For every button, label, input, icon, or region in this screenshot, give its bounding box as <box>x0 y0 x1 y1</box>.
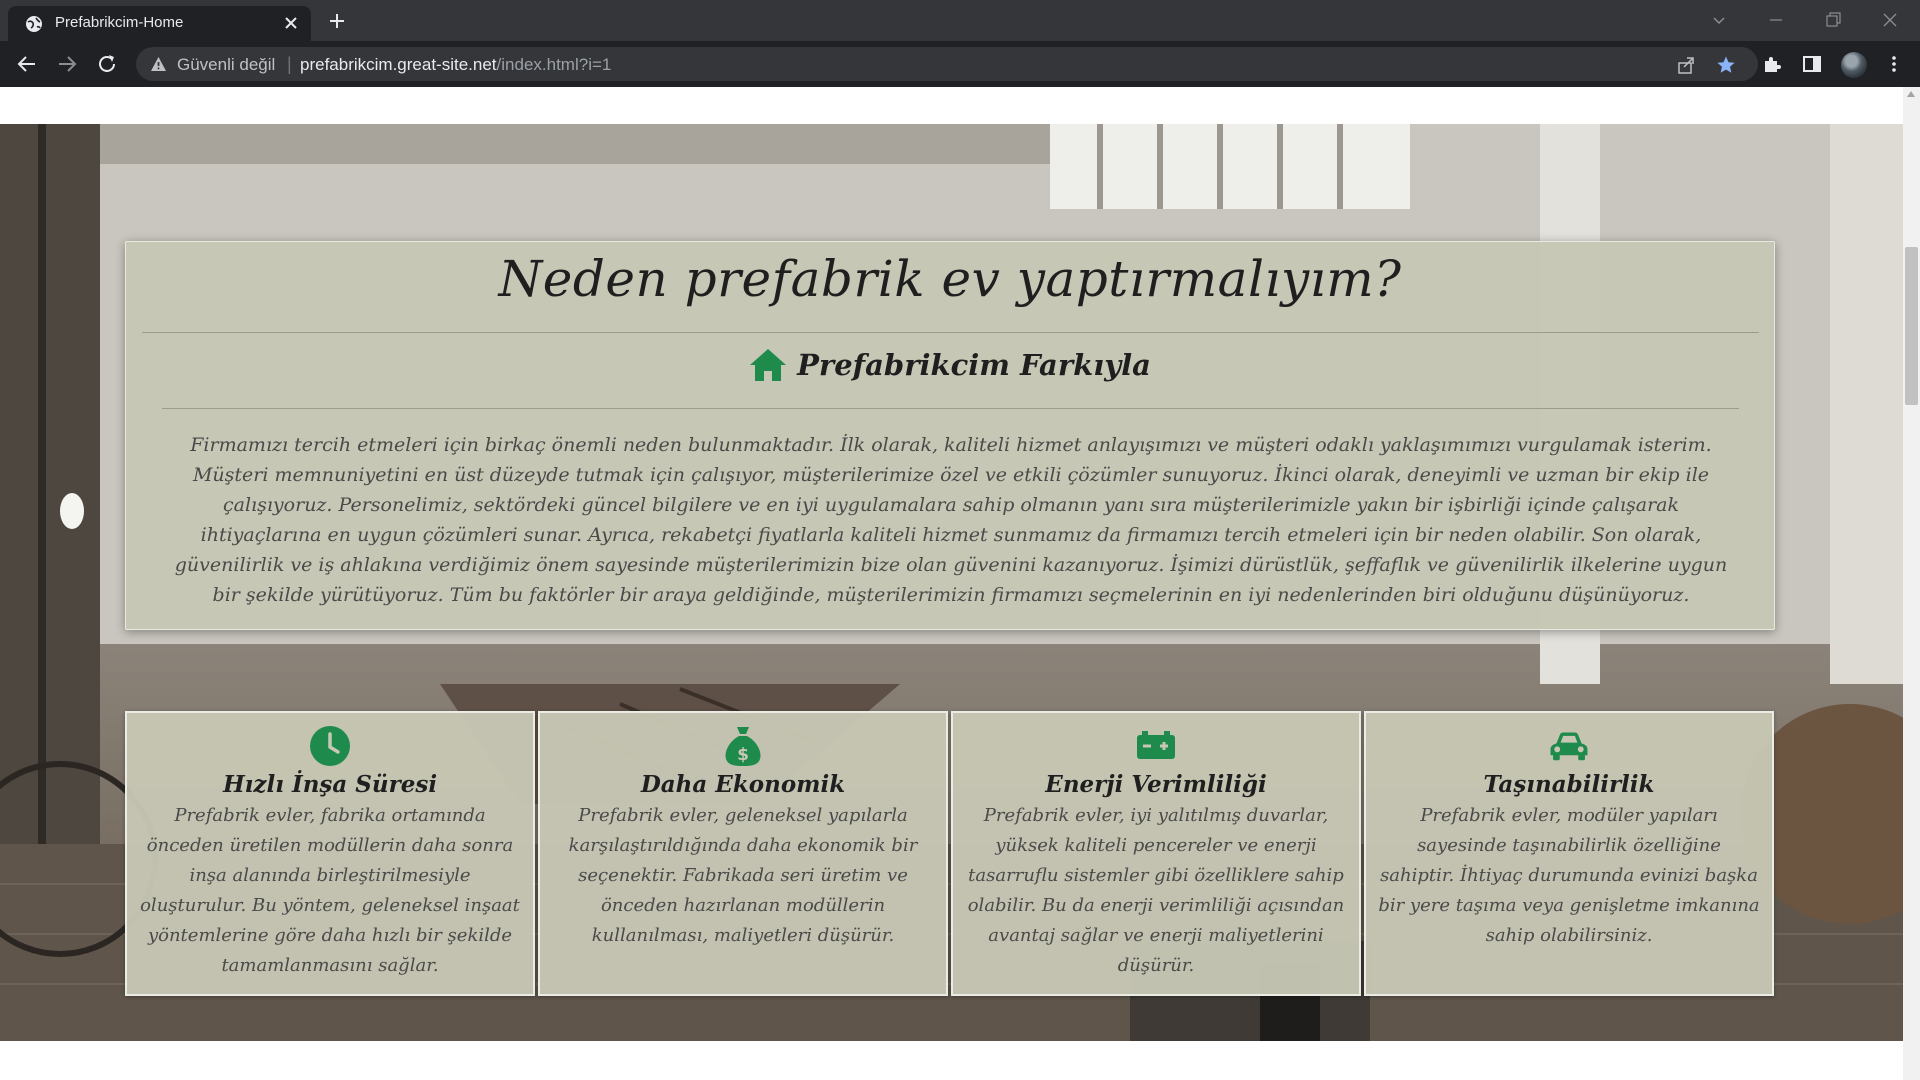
share-icon[interactable] <box>1676 55 1696 75</box>
scroll-up-arrow-icon[interactable] <box>1907 91 1915 97</box>
warning-triangle-icon[interactable] <box>150 56 167 73</box>
side-panel-icon[interactable] <box>1801 53 1823 75</box>
scrollbar-thumb[interactable] <box>1905 247 1918 405</box>
feature-title: Hızlı İnşa Süresi <box>222 771 438 798</box>
feature-card-fast-build: Hızlı İnşa Süresi Prefabrik evler, fabri… <box>125 711 535 996</box>
url-text[interactable]: prefabrikcim.great-site.net/index.html?i… <box>300 55 611 75</box>
title-divider <box>142 332 1759 333</box>
back-arrow-icon[interactable] <box>15 52 39 76</box>
feature-text: Prefabrik evler, modüler yapıları sayesi… <box>1378 805 1760 946</box>
browser-tab[interactable]: Prefabrikcim-Home <box>8 6 311 41</box>
car-icon <box>1550 732 1588 761</box>
globe-icon <box>26 16 42 32</box>
hero-section: Neden prefabrik ev yaptırmalıyım? Prefab… <box>0 124 1903 1041</box>
subtitle-row: Prefabrikcim Farkıyla <box>126 348 1774 382</box>
feature-card-portability: Taşınabilirlik Prefabrik evler, modüler … <box>1364 711 1774 996</box>
feature-title: Enerji Verimliliği <box>1045 771 1267 798</box>
page-viewport: Neden prefabrik ev yaptırmalıyım? Prefab… <box>0 87 1903 1080</box>
new-tab-plus-icon[interactable] <box>327 11 347 31</box>
kebab-menu-icon[interactable] <box>1883 53 1905 75</box>
profile-avatar[interactable] <box>1841 52 1867 78</box>
feature-text: Prefabrik evler, fabrika ortamında önced… <box>140 805 520 976</box>
feature-card-energy: Enerji Verimliliği Prefabrik evler, iyi … <box>951 711 1361 996</box>
feature-text: Prefabrik evler, iyi yalıtılmış duvarlar… <box>967 805 1345 976</box>
subtitle-divider <box>162 408 1739 409</box>
browser-tab-bar: Prefabrikcim-Home <box>0 0 1920 41</box>
feature-card-economic: $ Daha Ekonomik Prefabrik evler, gelenek… <box>538 711 948 996</box>
intro-paragraph: Firmamızı tercih etmeleri için birkaç ön… <box>174 434 1728 606</box>
money-bag-icon: $ <box>725 727 761 766</box>
browser-toolbar: Güvenli değil | prefabrikcim.great-site.… <box>0 41 1920 87</box>
page-title: Neden prefabrik ev yaptırmalıyım? <box>498 250 1402 308</box>
feature-text: Prefabrik evler, geleneksel yapılarla ka… <box>568 805 918 946</box>
section-subtitle: Prefabrikcim Farkıyla <box>797 348 1151 382</box>
url-host: prefabrikcim.great-site.net <box>300 55 497 74</box>
close-icon[interactable] <box>283 15 299 31</box>
clock-icon <box>310 726 350 766</box>
bookmark-star-icon[interactable] <box>1716 55 1736 75</box>
home-icon <box>750 349 787 381</box>
restore-icon[interactable] <box>1823 10 1843 30</box>
url-path: /index.html?i=1 <box>496 55 612 74</box>
features-row: Hızlı İnşa Süresi Prefabrik evler, fabri… <box>125 711 1775 996</box>
tab-title: Prefabrikcim-Home <box>55 14 184 31</box>
why-prefab-card: Neden prefabrik ev yaptırmalıyım? Prefab… <box>125 241 1775 630</box>
page-scrollbar[interactable] <box>1903 87 1920 1080</box>
minimize-icon[interactable] <box>1766 10 1786 30</box>
svg-text:$: $ <box>737 745 749 765</box>
security-status-text[interactable]: Güvenli değil <box>177 55 275 75</box>
feature-title: Taşınabilirlik <box>1483 771 1655 798</box>
window-close-icon[interactable] <box>1880 10 1900 30</box>
address-bar[interactable]: Güvenli değil | prefabrikcim.great-site.… <box>136 47 1758 81</box>
url-separator: | <box>287 54 292 74</box>
forward-arrow-icon[interactable] <box>55 52 79 76</box>
battery-icon <box>1137 731 1175 759</box>
extensions-puzzle-icon[interactable] <box>1761 53 1783 75</box>
reload-icon[interactable] <box>95 52 119 76</box>
chevron-down-icon[interactable] <box>1709 10 1729 30</box>
feature-title: Daha Ekonomik <box>640 771 846 798</box>
